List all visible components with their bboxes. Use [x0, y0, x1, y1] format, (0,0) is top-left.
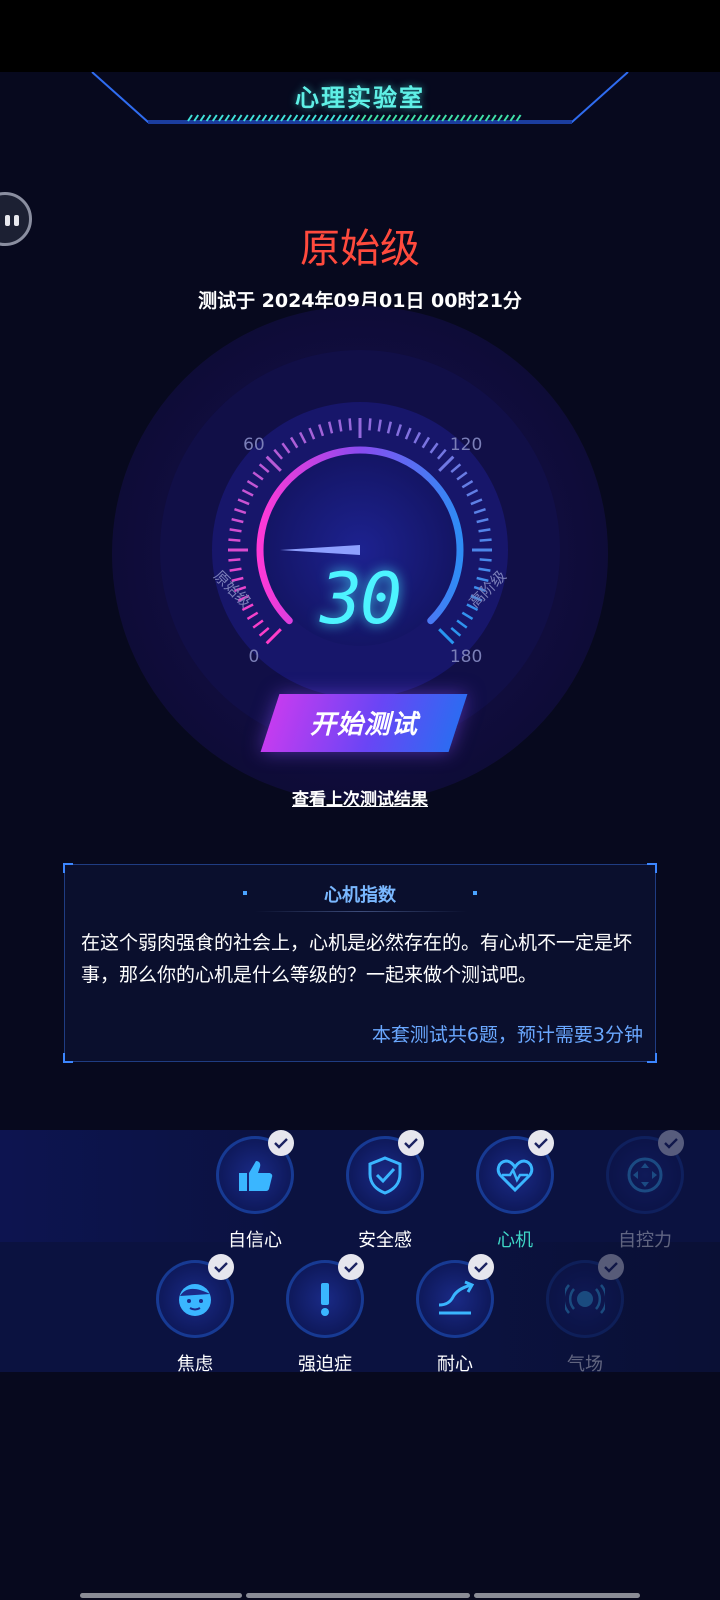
gauge-value: 30	[319, 558, 402, 640]
card-corner	[63, 1053, 73, 1063]
card-corner	[647, 1053, 657, 1063]
category-label: 强迫症	[298, 1354, 352, 1375]
status-bar	[0, 0, 720, 72]
check-icon	[528, 1130, 554, 1156]
view-last-result-link[interactable]: 查看上次测试结果	[0, 785, 720, 810]
category-label: 焦虑	[177, 1354, 213, 1375]
info-card: 心机指数 在这个弱肉强食的社会上，心机是必然存在的。有心机不一定是坏事，那么你的…	[63, 863, 657, 1063]
category-label: 心机	[497, 1230, 533, 1251]
category-label: 耐心	[437, 1354, 473, 1375]
start-test-label[interactable]: 开始测试	[270, 704, 458, 741]
gauge-tick	[479, 538, 492, 542]
page-title: 心理实验室	[295, 84, 425, 112]
title-dot	[473, 891, 477, 895]
card-corner	[63, 863, 73, 873]
gauge-tick-label-0: 0	[249, 647, 260, 667]
gauge-tick-label-60: 60	[243, 435, 265, 455]
category-label: 气场	[567, 1354, 603, 1375]
gauge-tick	[228, 538, 241, 542]
info-card-title: 心机指数	[324, 885, 396, 906]
gauge-tick	[368, 418, 372, 431]
check-icon	[598, 1254, 624, 1280]
category-label: 自信心	[228, 1230, 282, 1251]
gauge-tick-label-120: 120	[450, 435, 482, 455]
check-icon	[658, 1130, 684, 1156]
result-level: 原始级	[300, 226, 420, 272]
check-icon	[338, 1254, 364, 1280]
title-divider	[255, 911, 467, 912]
check-icon	[208, 1254, 234, 1280]
category-label: 安全感	[358, 1230, 412, 1251]
info-card-description: 在这个弱肉强食的社会上，心机是必然存在的。有心机不一定是坏事，那么你的心机是什么…	[81, 932, 633, 986]
gauge-tick-label-180: 180	[450, 647, 482, 667]
check-icon	[398, 1130, 424, 1156]
category-label: 自控力	[618, 1230, 672, 1251]
view-last-result-label[interactable]: 查看上次测试结果	[292, 790, 428, 810]
card-corner	[647, 863, 657, 873]
check-icon	[268, 1130, 294, 1156]
gauge-tick	[348, 418, 352, 431]
info-card-meta: 本套测试共6题，预计需要3分钟	[371, 1024, 643, 1046]
gesture-navigation-bar	[80, 1593, 640, 1598]
check-icon	[468, 1254, 494, 1280]
